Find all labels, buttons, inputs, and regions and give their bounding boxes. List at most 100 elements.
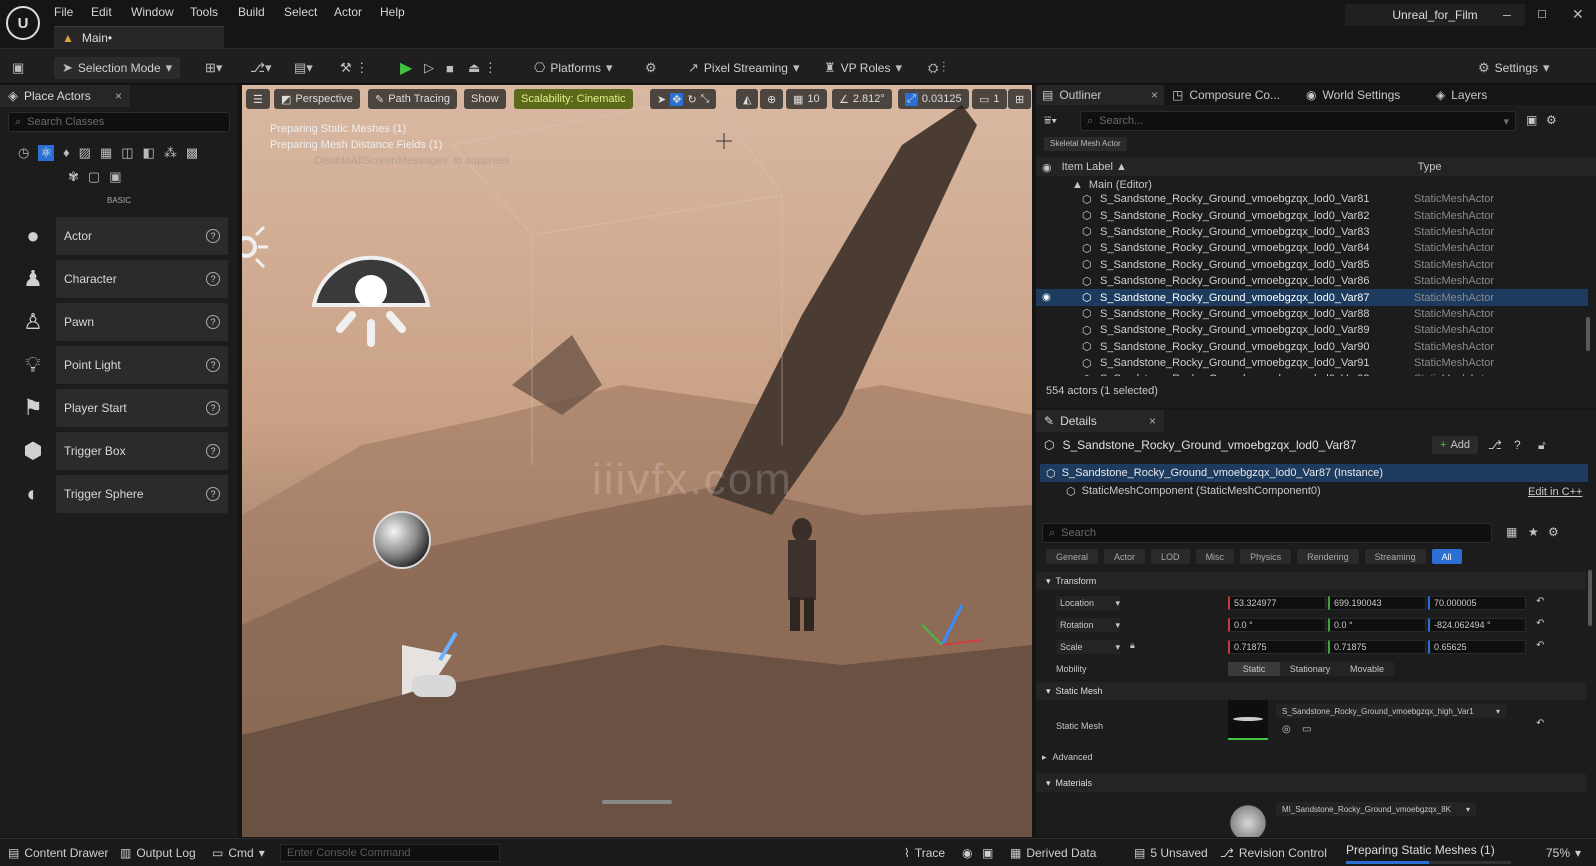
outliner-row[interactable]: ⬡S_Sandstone_Rocky_Ground_vmoebgzqx_lod0… [1036,191,1588,207]
layout-icon[interactable]: ▢ [88,169,100,185]
path-tracing-button[interactable]: ✎ Path Tracing [368,89,457,109]
outliner-row[interactable]: ◉ ⬡ S_Sandstone_Rocky_Ground_vmoebgzqx_lod… [1036,289,1588,306]
item-label-column[interactable]: Item Label ▲ [1062,161,1418,173]
browse-asset-icon[interactable]: ◎ [1282,724,1291,735]
tab-outliner[interactable]: ▤ Outliner × [1036,85,1164,105]
world-local-icon[interactable]: ⊕ [760,89,784,109]
filter-tab-rendering[interactable]: Rendering [1297,549,1359,564]
unsaved-button[interactable]: ▤ 5 Unsaved [1134,845,1208,861]
grid-snap-button[interactable]: ▦ 10 [786,89,827,109]
filter-tab-actor[interactable]: Actor [1104,549,1146,564]
selection-mode-dropdown[interactable]: ➤ Selection Mode ▾ [54,57,181,79]
perspective-button[interactable]: ◩ Perspective [274,89,360,109]
scale-z-field[interactable]: 0.65625 [1428,640,1526,654]
reset-location-icon[interactable]: ↶ [1536,596,1544,607]
cinematic-icon[interactable]: ▦ [100,145,112,161]
gear-icon[interactable]: ⚙ [1548,525,1559,539]
geometry-icon[interactable]: ◧ [143,145,155,161]
unreal-logo-icon[interactable]: U [6,6,40,40]
rotation-dropdown[interactable]: Rotation ▾ [1056,618,1120,632]
more-tools-icon[interactable]: ⛭ ⋮ [928,57,945,79]
details-scrollbar[interactable] [1588,570,1592,626]
materials-section-header[interactable]: ▾ Materials [1036,774,1586,792]
basic-category-icon[interactable]: ⚛ [38,145,54,161]
filter-tab-general[interactable]: General [1046,549,1099,564]
pixel-streaming-dropdown[interactable]: ↗ Pixel Streaming ▾ [688,57,799,79]
static-mesh-picker[interactable]: S_Sandstone_Rocky_Ground_vmoebgzqx_high_… [1276,704,1506,718]
reset-rotation-icon[interactable]: ↶ [1536,618,1544,629]
save-icon[interactable]: ▣ [12,57,24,79]
visual-effects-icon[interactable]: ◫ [121,145,133,161]
actor-item-point-light[interactable]: 💡︎ Point Light? [16,346,228,384]
rotation-x-field[interactable]: 0.0 ° [1228,618,1326,632]
help-icon[interactable]: ? [206,401,220,415]
outliner-row[interactable]: ⬡S_Sandstone_Rocky_Ground_vmoebgzqx_lod0… [1036,322,1588,338]
help-icon[interactable]: ? [206,315,220,329]
mobility-static[interactable]: Static [1228,662,1280,676]
all-classes-icon[interactable]: ▩ [186,145,198,161]
rotation-snap-button[interactable]: ∠ 2.812° [832,89,892,109]
add-component-button[interactable]: + Add [1432,436,1479,454]
edit-in-cpp-link[interactable]: Edit in C++ [1528,486,1582,498]
search-classes-input[interactable]: ⌕ Search Classes [8,112,230,132]
add-actor-icon[interactable]: ⊞▾ [205,57,222,79]
place-actors-tab[interactable]: ◈ Place Actors × [0,85,130,107]
menu-file[interactable]: File [54,5,73,19]
output-log-button[interactable]: ▥ Output Log [120,845,196,861]
location-dropdown[interactable]: Location ▾ [1056,596,1120,610]
outliner-search-input[interactable]: ⌕ Search... ▾ [1080,111,1516,131]
outliner-row[interactable]: ⬡S_Sandstone_Rocky_Ground_vmoebgzqx_lod0… [1036,371,1588,376]
actor-item-actor[interactable]: ● Actor? [16,217,228,255]
console-command-input[interactable]: Enter Console Command [280,844,500,862]
screenshot-icon[interactable]: ▣ [982,845,993,861]
menu-tools[interactable]: Tools [190,5,218,19]
scale-y-field[interactable]: 0.71875 [1328,640,1426,654]
outliner-scrollbar[interactable] [1586,317,1590,351]
play-icon[interactable]: ▶ [400,57,412,79]
actor-item-character[interactable]: ♟ Character? [16,260,228,298]
lights-icon[interactable]: ♦ [63,145,70,161]
vp-roles-dropdown[interactable]: ♜ VP Roles ▾ [824,57,902,79]
help-icon[interactable]: ? [206,444,220,458]
filter-icon[interactable]: ▣ [109,169,121,185]
instance-row[interactable]: ⬡ S_Sandstone_Rocky_Ground_vmoebgzqx_lod… [1040,464,1588,482]
material-thumbnail[interactable] [1228,802,1268,837]
filter-tab-lod[interactable]: LOD [1151,549,1190,564]
actor-item-trigger-box[interactable]: ⬢ Trigger Box? [16,432,228,470]
menu-edit[interactable]: Edit [91,5,112,19]
tab-layers[interactable]: ◈ Layers [1428,88,1518,102]
level-tab[interactable]: ▲ Main• [54,26,224,48]
close-tab-icon[interactable]: × [1151,88,1158,102]
filter-tab-physics[interactable]: Physics [1240,549,1292,564]
outliner-row[interactable]: ⬡S_Sandstone_Rocky_Ground_vmoebgzqx_lod0… [1036,273,1588,289]
scale-tool-icon[interactable]: ⤡ [701,93,710,106]
scale-dropdown[interactable]: Scale ▾ [1056,640,1120,654]
camera-speed-button[interactable]: ▭ 1 [972,89,1007,109]
help-icon[interactable]: ? [206,229,220,243]
rotation-z-field[interactable]: -824.062494 ° [1428,618,1526,632]
filter-tab-misc[interactable]: Misc [1195,549,1235,564]
show-button[interactable]: Show [464,89,506,109]
outliner-row[interactable]: ⬡S_Sandstone_Rocky_Ground_vmoebgzqx_lod0… [1036,355,1588,371]
root-item[interactable]: ▲ Main (Editor) [1072,179,1152,191]
help-icon[interactable]: ? [1514,438,1521,452]
filter-chip[interactable]: Skeletal Mesh Actor [1044,137,1127,151]
shapes-icon[interactable]: ▨ [79,145,91,161]
record-icon[interactable]: ◉ [962,845,972,861]
reset-scale-icon[interactable]: ↶ [1536,640,1544,651]
viewport-menu-button[interactable]: ☰ [246,89,270,109]
platforms-dropdown[interactable]: ⎔ Platforms ▾ [534,57,613,79]
use-selected-icon[interactable]: ▭ [1302,724,1311,735]
advanced-row[interactable]: ▸ Advanced [1042,752,1093,763]
location-y-field[interactable]: 699.190043 [1328,596,1426,610]
menu-window[interactable]: Window [131,5,174,19]
menu-build[interactable]: Build [238,5,265,19]
transform-section-header[interactable]: ▾ Transform [1036,572,1586,590]
static-mesh-thumbnail[interactable] [1228,700,1268,740]
maximize-viewport-icon[interactable]: ⊞ [1008,89,1032,109]
actor-item-player-start[interactable]: ⚑ Player Start? [16,389,228,427]
lock-icon[interactable]: 🔓︎ [1538,438,1546,453]
static-mesh-section-header[interactable]: ▾ Static Mesh [1036,682,1586,700]
filter-icon[interactable]: ⩸▾ [1044,113,1057,128]
trace-button[interactable]: ⌇ Trace [904,845,945,861]
